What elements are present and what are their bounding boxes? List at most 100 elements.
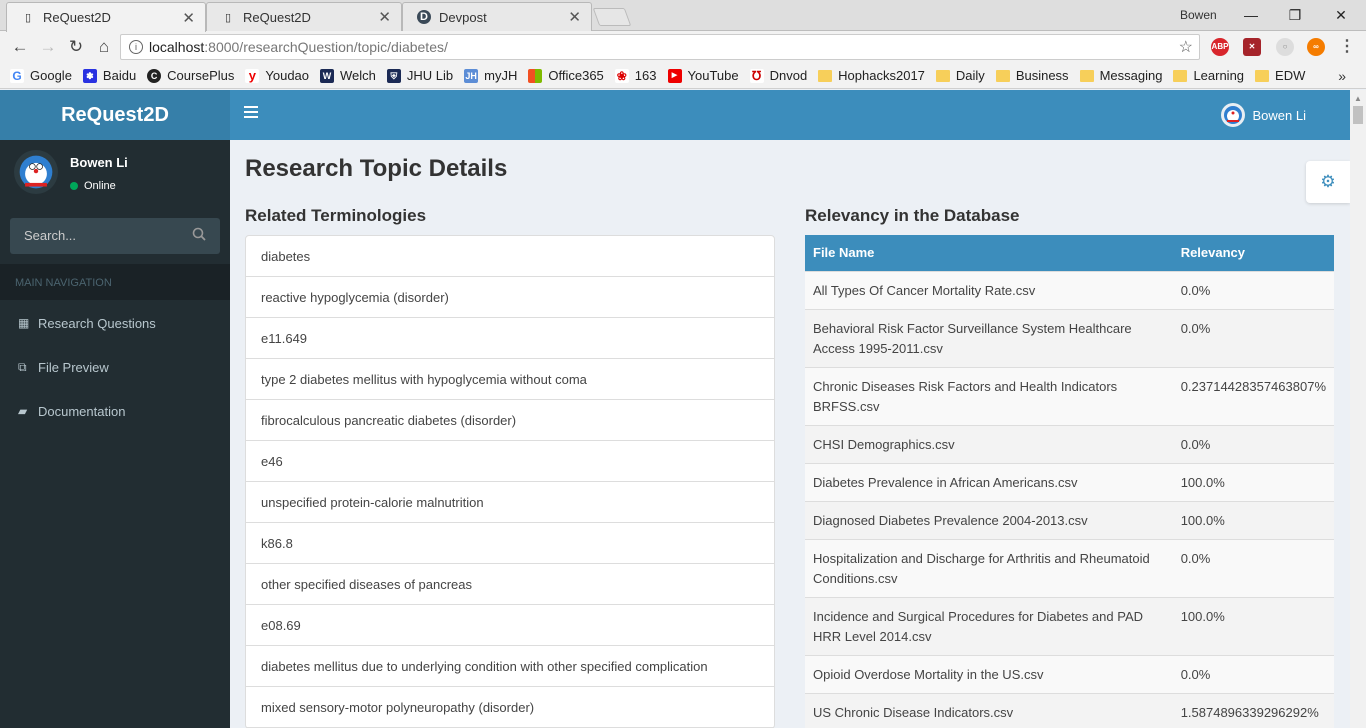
- address-toolbar: ← → ↻ ⌂ i localhost:8000/researchQuestio…: [0, 31, 1366, 63]
- bookmark-label: Hophacks2017: [838, 68, 925, 83]
- extension-icon[interactable]: ○: [1276, 38, 1294, 56]
- folder-icon: [818, 69, 833, 82]
- info-icon[interactable]: i: [129, 40, 143, 54]
- bookmark-label: Office365: [548, 68, 604, 83]
- sidebar-item-research-questions[interactable]: ▦ Research Questions: [0, 301, 230, 345]
- more-bookmarks-icon[interactable]: »: [1338, 68, 1346, 84]
- close-tab-icon[interactable]: ✕: [378, 8, 391, 26]
- back-icon[interactable]: ←: [6, 37, 34, 57]
- dnvod-icon: ℧: [749, 68, 764, 83]
- sidebar-item-label: Research Questions: [38, 315, 156, 331]
- table-row: Opioid Overdose Mortality in the US.csv 0…: [805, 654, 1334, 693]
- bookmark-welch[interactable]: W Welch: [320, 68, 376, 83]
- list-item[interactable]: e46: [246, 441, 774, 482]
- relevancy-cell: 0.0%: [1172, 654, 1334, 693]
- bookmark-myjh[interactable]: JH myJH: [464, 68, 517, 83]
- folder-icon: [1173, 69, 1188, 82]
- close-tab-icon[interactable]: ✕: [568, 8, 581, 26]
- list-item[interactable]: unspecified protein-calorie malnutrition: [246, 482, 774, 523]
- main-navigation-header: MAIN NAVIGATION: [0, 264, 230, 300]
- list-item[interactable]: fibrocalculous pancreatic diabetes (diso…: [246, 400, 774, 441]
- sidebar-item-label: Documentation: [38, 403, 126, 419]
- bookmarks-bar: G Google ✽ Baidu C CoursePlus y Youdao W Welc…: [0, 63, 1366, 89]
- reload-icon[interactable]: ↻: [62, 37, 90, 57]
- menu-kebab-icon[interactable]: ⋮: [1338, 38, 1356, 56]
- browser-tab-request2d[interactable]: ▯ ReQuest2D ✕: [206, 2, 402, 31]
- app-logo[interactable]: ReQuest2D: [0, 90, 230, 140]
- file-name-cell: Behavioral Risk Factor Surveillance Syst…: [805, 308, 1173, 367]
- bookmark-youdao[interactable]: y Youdao: [245, 68, 309, 83]
- myjh-icon: JH: [464, 68, 479, 83]
- bookmark-courseplus[interactable]: C CoursePlus: [147, 68, 234, 83]
- bookmark-163[interactable]: ❀ 163: [614, 68, 657, 83]
- column-header-file-name: File Name: [805, 235, 1173, 271]
- sidebar-toggle-icon[interactable]: [244, 106, 258, 121]
- tab-title: Devpost: [439, 9, 487, 25]
- browser-tab-devpost[interactable]: D Devpost ✕: [402, 2, 592, 31]
- user-menu[interactable]: Bowen Li: [1220, 90, 1306, 140]
- scrollbar-thumb[interactable]: [1353, 106, 1363, 124]
- close-window-icon[interactable]: ✕: [1326, 4, 1356, 26]
- sidebar-search-input[interactable]: Search...: [10, 218, 220, 254]
- relevancy-cell: 0.0%: [1172, 308, 1334, 367]
- page-title: Research Topic Details: [245, 155, 508, 182]
- bookmark-folder-daily[interactable]: Daily: [935, 68, 985, 83]
- forward-icon[interactable]: →: [34, 37, 62, 57]
- list-item[interactable]: diabetes mellitus due to underlying cond…: [246, 646, 774, 687]
- list-item[interactable]: reactive hypoglycemia (disorder): [246, 277, 774, 318]
- url-bar[interactable]: i localhost:8000/researchQuestion/topic/…: [120, 34, 1200, 60]
- bookmark-baidu[interactable]: ✽ Baidu: [82, 68, 136, 83]
- bookmark-label: Business: [1015, 68, 1069, 83]
- bookmark-folder-messaging[interactable]: Messaging: [1079, 68, 1163, 83]
- bookmark-label: EDW: [1275, 68, 1306, 83]
- sidebar-item-label: File Preview: [38, 359, 109, 375]
- bookmark-office365[interactable]: Office365: [528, 68, 604, 83]
- sidebar-item-file-preview[interactable]: ⧉ File Preview: [0, 345, 230, 389]
- relevancy-cell: 1.5874896339296292%: [1172, 692, 1334, 728]
- terminology-list: diabetes reactive hypoglycemia (disorder…: [245, 235, 775, 728]
- adblock-plus-icon[interactable]: ABP: [1211, 38, 1229, 56]
- bookmark-label: Messaging: [1099, 68, 1163, 83]
- top-navbar: Bowen Li: [230, 90, 1350, 140]
- bookmark-folder-edw[interactable]: EDW: [1255, 68, 1305, 83]
- home-icon[interactable]: ⌂: [90, 37, 118, 57]
- related-terminologies-heading: Related Terminologies: [245, 206, 427, 225]
- list-item[interactable]: e08.69: [246, 605, 774, 646]
- mendeley-icon[interactable]: ✕: [1243, 38, 1261, 56]
- minimize-icon[interactable]: —: [1236, 4, 1266, 26]
- table-row: Behavioral Risk Factor Surveillance Syst…: [805, 308, 1334, 367]
- browser-tab-request2d-active[interactable]: ▯ ReQuest2D ✕: [6, 2, 206, 32]
- new-tab-button[interactable]: [592, 8, 632, 26]
- profile-name[interactable]: Bowen: [1180, 8, 1217, 22]
- list-item[interactable]: diabetes: [246, 236, 774, 277]
- list-item[interactable]: k86.8: [246, 523, 774, 564]
- restore-icon[interactable]: ❐: [1280, 4, 1310, 26]
- infinity-extension-icon[interactable]: ∞: [1307, 38, 1325, 56]
- list-item[interactable]: mixed sensory-motor polyneuropathy (diso…: [246, 687, 774, 728]
- bookmark-youtube[interactable]: ▶ YouTube: [667, 68, 739, 83]
- table-row: Chronic Diseases Risk Factors and Health…: [805, 366, 1334, 425]
- scroll-up-icon[interactable]: ▲: [1354, 94, 1362, 103]
- sidebar-item-documentation[interactable]: ▰ Documentation: [0, 389, 230, 433]
- close-tab-icon[interactable]: ✕: [182, 9, 195, 27]
- list-item[interactable]: type 2 diabetes mellitus with hypoglycem…: [246, 359, 774, 400]
- courseplus-icon: C: [147, 68, 162, 83]
- file-name-cell: Opioid Overdose Mortality in the US.csv: [805, 654, 1173, 693]
- bookmark-jhu-lib[interactable]: ⛨ JHU Lib: [386, 68, 453, 83]
- bookmark-dnvod[interactable]: ℧ Dnvod: [749, 68, 807, 83]
- status-text: Online: [84, 180, 116, 192]
- bookmark-folder-business[interactable]: Business: [995, 68, 1069, 83]
- bookmark-star-icon[interactable]: ☆: [1179, 37, 1193, 57]
- bookmark-label: Welch: [340, 68, 376, 83]
- settings-gear-icon[interactable]: ⚙: [1306, 161, 1350, 203]
- bookmark-google[interactable]: G Google: [10, 68, 72, 83]
- file-name-cell: Chronic Diseases Risk Factors and Health…: [805, 366, 1173, 425]
- list-item[interactable]: other specified diseases of pancreas: [246, 564, 774, 605]
- bookmark-folder-learning[interactable]: Learning: [1173, 68, 1244, 83]
- doraemon-avatar-icon: [1223, 106, 1242, 124]
- app-root: ReQuest2D Bowen Li Bowen Li Online Searc…: [0, 90, 1350, 728]
- page-scrollbar[interactable]: ▲: [1350, 90, 1366, 728]
- list-item[interactable]: e11.649: [246, 318, 774, 359]
- search-icon[interactable]: [192, 218, 206, 254]
- bookmark-folder-hophacks2017[interactable]: Hophacks2017: [818, 68, 925, 83]
